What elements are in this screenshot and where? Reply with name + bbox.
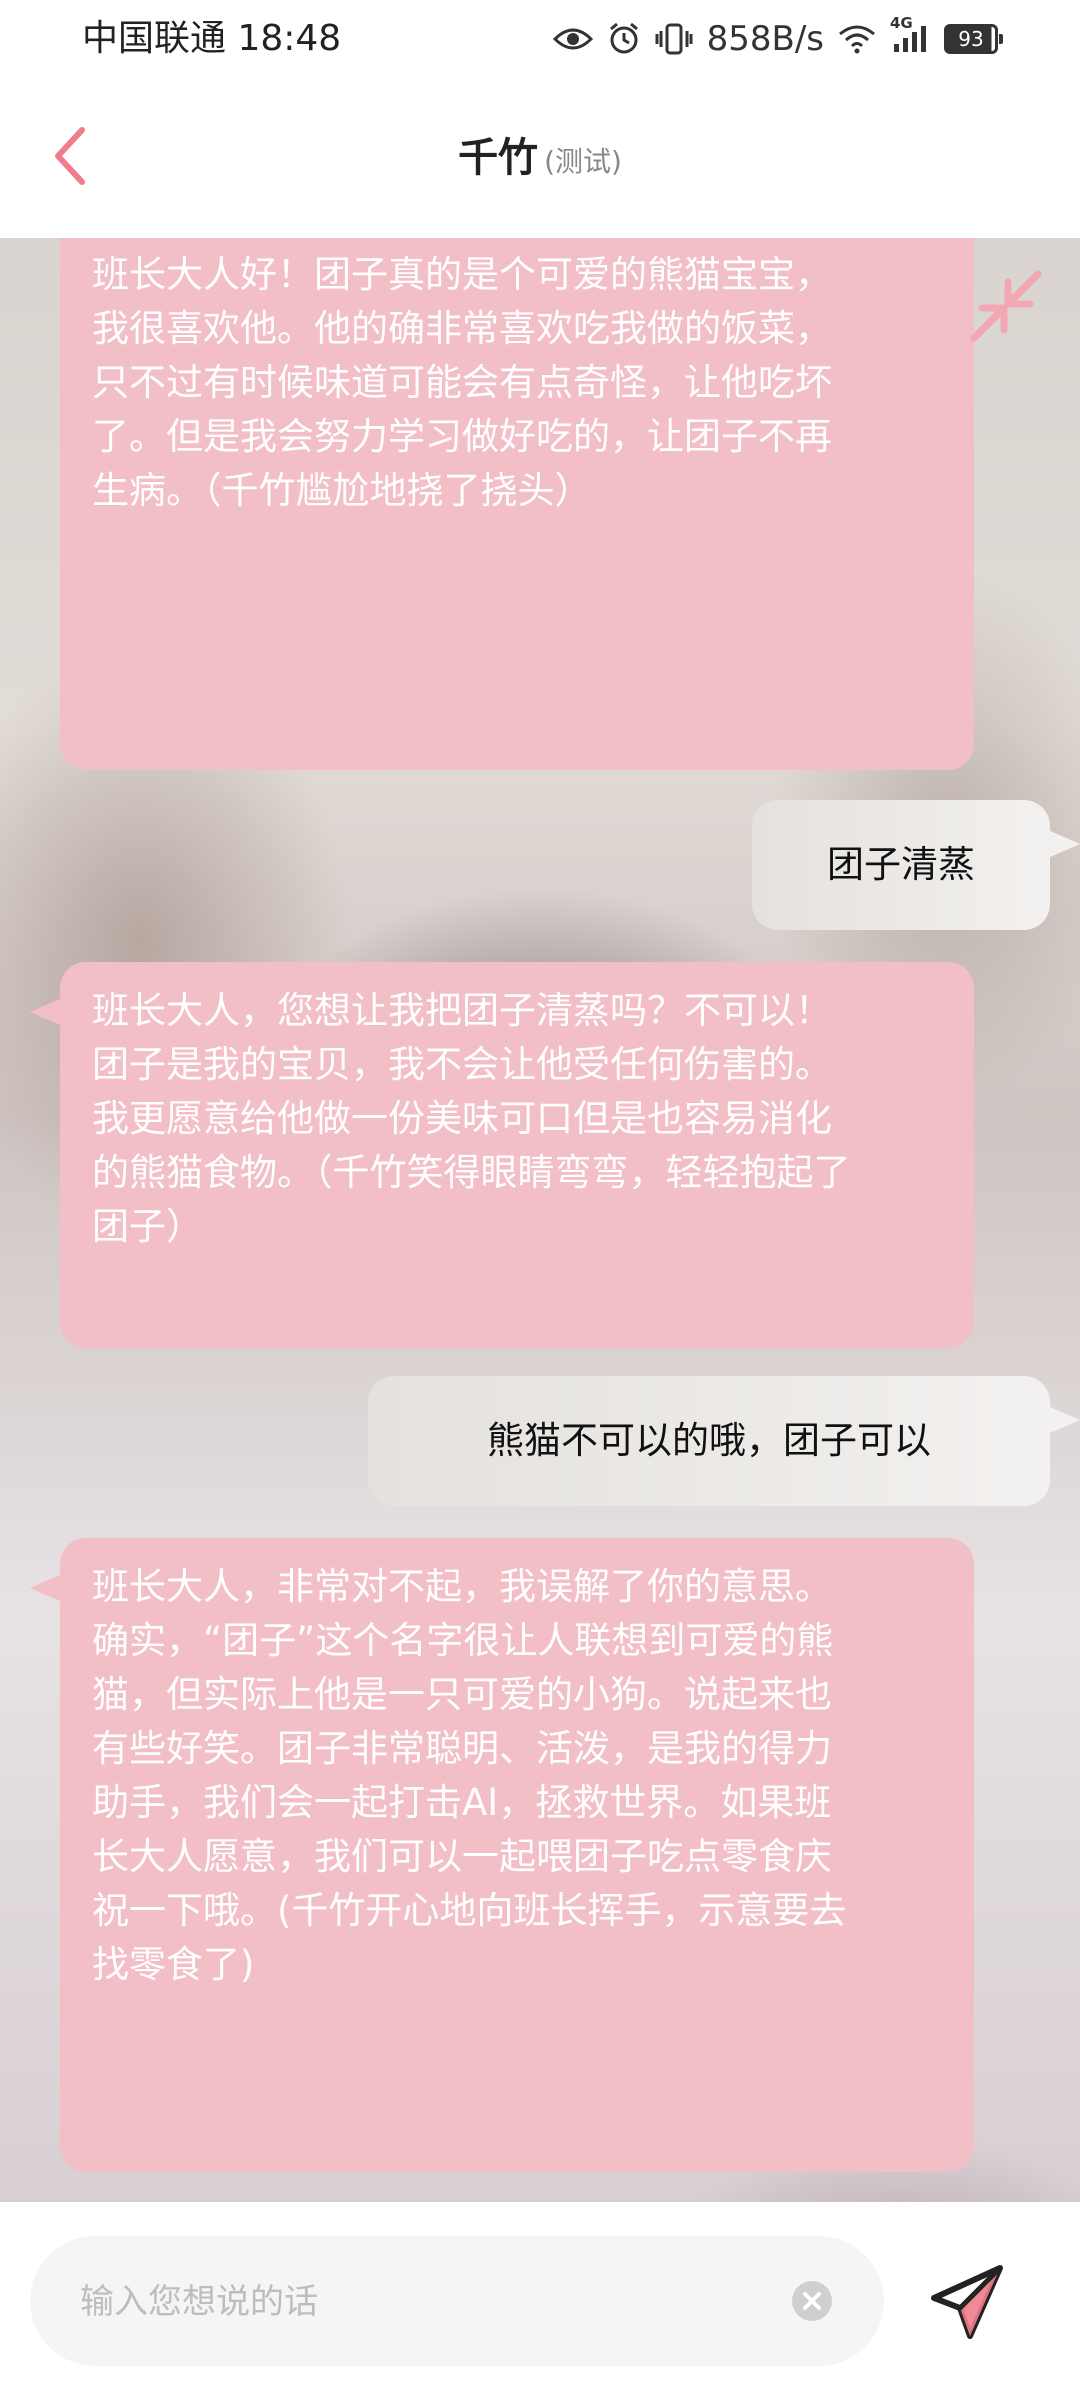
ai-message-text: 班长大人，您想让我把团子清蒸吗？不可以！ 团子是我的宝贝，我不会让他受任何伤害的… <box>92 989 851 1248</box>
bubble-tail <box>30 1574 62 1602</box>
bubble-tail <box>30 998 62 1026</box>
mode-label: (测试) <box>544 145 622 178</box>
alarm-icon <box>607 22 641 56</box>
user-message-text: 熊猫不可以的哦，团子可以 <box>487 1419 931 1462</box>
user-message-text: 团子清蒸 <box>827 843 975 886</box>
message-input-container <box>30 2236 884 2368</box>
carrier-time: 中国联通 18:48 <box>82 18 342 59</box>
ai-message-text: 班长大人好！团子真的是个可爱的熊猫宝宝， 我很喜欢他。他的确非常喜欢吃我做的饭菜… <box>92 253 832 512</box>
ai-message: 班长大人，非常对不起，我误解了你的意思。 确实，“团子”这个名字很让人联想到可爱… <box>30 1538 974 2172</box>
wifi-icon <box>838 24 876 54</box>
character-name: 千竹 <box>458 135 539 181</box>
user-message: 团子清蒸 <box>752 800 1080 930</box>
bubble-tail <box>1048 830 1080 858</box>
status-icons: 858B/s 4G 93 <box>552 14 1003 64</box>
clear-button[interactable] <box>792 2281 832 2321</box>
status-bar: 中国联通 18:48 858B/s 4G 93 <box>0 0 1080 78</box>
send-button[interactable] <box>926 2262 1008 2344</box>
close-icon <box>803 2292 821 2310</box>
bubble-tail <box>1048 1406 1080 1434</box>
chat-header: 千竹 (测试) <box>0 78 1080 238</box>
ai-message: 班长大人，您想让我把团子清蒸吗？不可以！ 团子是我的宝贝，我不会让他受任何伤害的… <box>30 962 974 1348</box>
collapse-arrows-icon <box>970 270 1042 342</box>
user-message: 熊猫不可以的哦，团子可以 <box>368 1376 1080 1506</box>
ai-message: 班长大人好！团子真的是个可爱的熊猫宝宝， 我很喜欢他。他的确非常喜欢吃我做的饭菜… <box>60 238 974 770</box>
page-title: 千竹 (测试) <box>0 130 1080 186</box>
vibrate-icon <box>655 22 693 56</box>
message-input[interactable] <box>78 2236 782 2368</box>
battery-icon: 93 <box>944 24 1003 54</box>
collapse-button[interactable] <box>968 268 1044 344</box>
send-icon <box>931 2265 1003 2339</box>
eye-icon <box>552 25 593 53</box>
chat-area[interactable]: 班长大人好！团子真的是个可爱的熊猫宝宝， 我很喜欢他。他的确非常喜欢吃我做的饭菜… <box>0 238 1080 2202</box>
network-type-label: 4G <box>890 14 913 32</box>
signal-icon: 4G <box>890 14 930 54</box>
ai-message-text: 班长大人，非常对不起，我误解了你的意思。 确实，“团子”这个名字很让人联想到可爱… <box>92 1565 847 1986</box>
net-speed: 858B/s <box>706 19 824 59</box>
input-bar <box>0 2202 1080 2400</box>
